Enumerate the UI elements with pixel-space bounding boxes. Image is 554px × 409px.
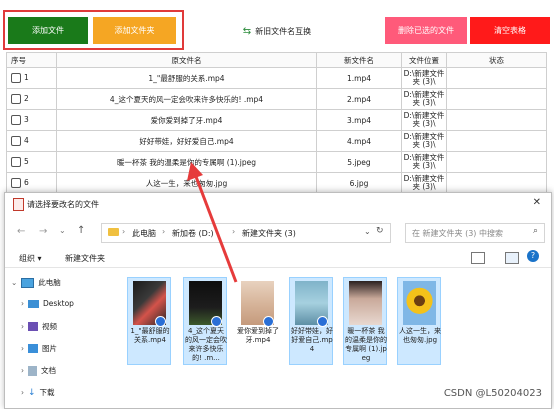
watermark: CSDN @L50204023 [443, 388, 542, 399]
annotation-arrow [187, 162, 238, 283]
arrow-shaft [193, 173, 238, 283]
